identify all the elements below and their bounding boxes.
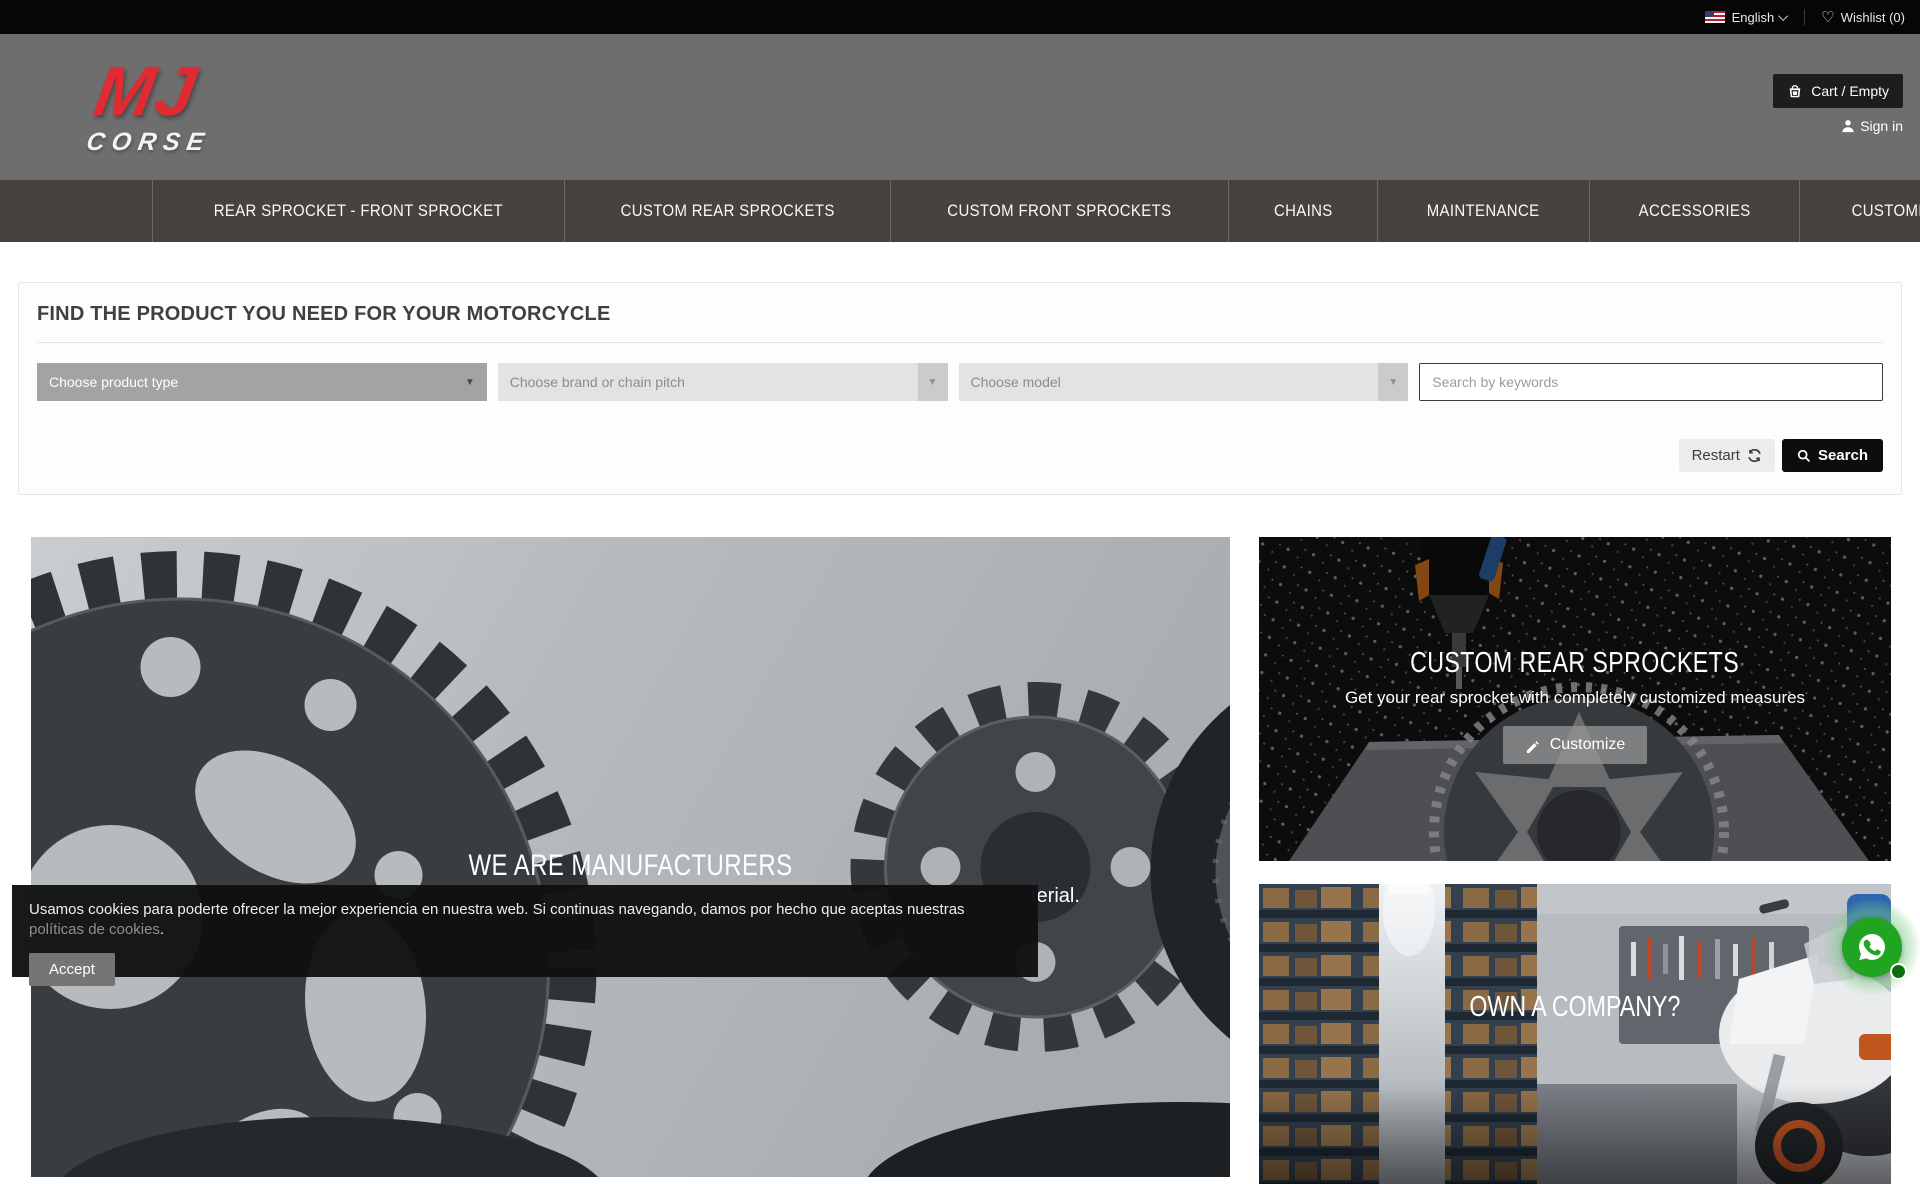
- finder-divider: [37, 342, 1883, 343]
- nav-item-label: ACCESSORIES: [1638, 201, 1750, 221]
- search-button[interactable]: Search: [1782, 439, 1883, 472]
- nav-item-rear-front-sprocket[interactable]: REAR SPROCKET - FRONT SPROCKET: [152, 180, 564, 242]
- whatsapp-badge: [1890, 963, 1907, 980]
- brand-select[interactable]: Choose brand or chain pitch ▼: [498, 363, 948, 401]
- nav-item-customised-work[interactable]: CUSTOMISED WORK: [1799, 180, 1920, 242]
- logo-primary: MJ: [90, 56, 226, 126]
- keywords-input[interactable]: [1419, 363, 1883, 401]
- product-type-select[interactable]: Choose product type ▼: [37, 363, 487, 401]
- search-label: Search: [1818, 447, 1868, 464]
- whatsapp-icon: [1853, 928, 1891, 966]
- nav-item-label: REAR SPROCKET - FRONT SPROCKET: [214, 201, 503, 221]
- caret-down-icon: ▼: [928, 377, 938, 388]
- signin-link[interactable]: Sign in: [1841, 118, 1903, 134]
- customize-button[interactable]: Customize: [1503, 726, 1648, 764]
- nav-item-accessories[interactable]: ACCESSORIES: [1589, 180, 1799, 242]
- nav-item-label: MAINTENANCE: [1427, 201, 1540, 221]
- topbar-divider: [1804, 9, 1805, 25]
- nav-item-chains[interactable]: CHAINS: [1228, 180, 1378, 242]
- cart-button[interactable]: Cart / Empty: [1773, 74, 1903, 108]
- cookie-message: Usamos cookies para poderte ofrecer la m…: [29, 900, 1021, 939]
- main-nav: REAR SPROCKET - FRONT SPROCKET CUSTOM RE…: [0, 180, 1920, 242]
- nav-item-label: CUSTOM FRONT SPROCKETS: [947, 201, 1171, 221]
- model-select[interactable]: Choose model ▼: [959, 363, 1409, 401]
- restart-label: Restart: [1692, 447, 1740, 464]
- card-title: CUSTOM REAR SPROCKETS: [1369, 647, 1780, 680]
- warehouse-image: [1259, 884, 1891, 1184]
- select-caret-strip: ▼: [918, 363, 948, 401]
- logo[interactable]: MJ CORSE: [84, 56, 226, 157]
- shopping-bag-icon: [1787, 83, 1803, 99]
- nav-item-custom-front-sprockets[interactable]: CUSTOM FRONT SPROCKETS: [890, 180, 1228, 242]
- heart-icon: ♡: [1821, 10, 1834, 25]
- us-flag-icon: [1705, 11, 1725, 23]
- wishlist-label: Wishlist (0): [1841, 10, 1905, 25]
- nav-item-label: CUSTOM REAR SPROCKETS: [620, 201, 834, 221]
- whatsapp-widget: [1824, 899, 1920, 995]
- hero-banner[interactable]: WE ARE MANUFACTURERS terial.: [31, 537, 1230, 1177]
- cart-label: Cart / Empty: [1811, 83, 1889, 99]
- cookie-banner: Usamos cookies para poderte ofrecer la m…: [12, 885, 1038, 977]
- chevron-down-icon: [1778, 11, 1788, 21]
- hero-subtitle-fragment: terial.: [1031, 885, 1080, 908]
- restart-button[interactable]: Restart: [1679, 439, 1775, 472]
- select-caret-strip: ▼: [1378, 363, 1408, 401]
- cookie-message-suffix: .: [160, 921, 164, 938]
- model-value: Choose model: [971, 374, 1061, 390]
- nav-item-label: CUSTOMISED WORK: [1851, 201, 1920, 221]
- pencil-icon: [1525, 738, 1540, 753]
- search-icon: [1797, 449, 1811, 463]
- user-icon: [1841, 119, 1855, 133]
- logo-secondary: CORSE: [84, 128, 213, 157]
- customize-label: Customize: [1550, 736, 1626, 754]
- wishlist-link[interactable]: ♡ Wishlist (0): [1821, 10, 1905, 25]
- card-subtitle: Get your rear sprocket with completely c…: [1345, 688, 1805, 708]
- cookie-policy-link[interactable]: políticas de cookies: [29, 921, 160, 938]
- caret-down-icon: ▼: [1388, 377, 1398, 388]
- nav-item-label: CHAINS: [1274, 201, 1333, 221]
- own-company-card[interactable]: OWN A COMPANY?: [1259, 884, 1891, 1184]
- cookie-message-text: Usamos cookies para poderte ofrecer la m…: [29, 901, 965, 918]
- hero-title: WE ARE MANUFACTURERS: [31, 849, 1230, 883]
- accept-button[interactable]: Accept: [29, 953, 115, 986]
- refresh-icon: [1747, 448, 1762, 463]
- caret-down-icon: ▼: [465, 377, 475, 388]
- product-type-value: Choose product type: [49, 374, 178, 390]
- top-bar: English ♡ Wishlist (0): [0, 0, 1920, 34]
- card-title: OWN A COMPANY?: [1259, 991, 1891, 1024]
- signin-label: Sign in: [1860, 118, 1903, 134]
- finder-title: FIND THE PRODUCT YOU NEED FOR YOUR MOTOR…: [37, 303, 1883, 326]
- language-label: English: [1732, 10, 1775, 25]
- product-finder-panel: FIND THE PRODUCT YOU NEED FOR YOUR MOTOR…: [18, 282, 1902, 495]
- brand-value: Choose brand or chain pitch: [510, 374, 685, 390]
- nav-item-maintenance[interactable]: MAINTENANCE: [1377, 180, 1588, 242]
- header: MJ CORSE Cart / Empty Sign in: [0, 34, 1920, 180]
- nav-item-custom-rear-sprockets[interactable]: CUSTOM REAR SPROCKETS: [564, 180, 890, 242]
- language-selector[interactable]: English: [1705, 10, 1789, 25]
- custom-rear-sprockets-card[interactable]: CUSTOM REAR SPROCKETS Get your rear spro…: [1259, 537, 1891, 861]
